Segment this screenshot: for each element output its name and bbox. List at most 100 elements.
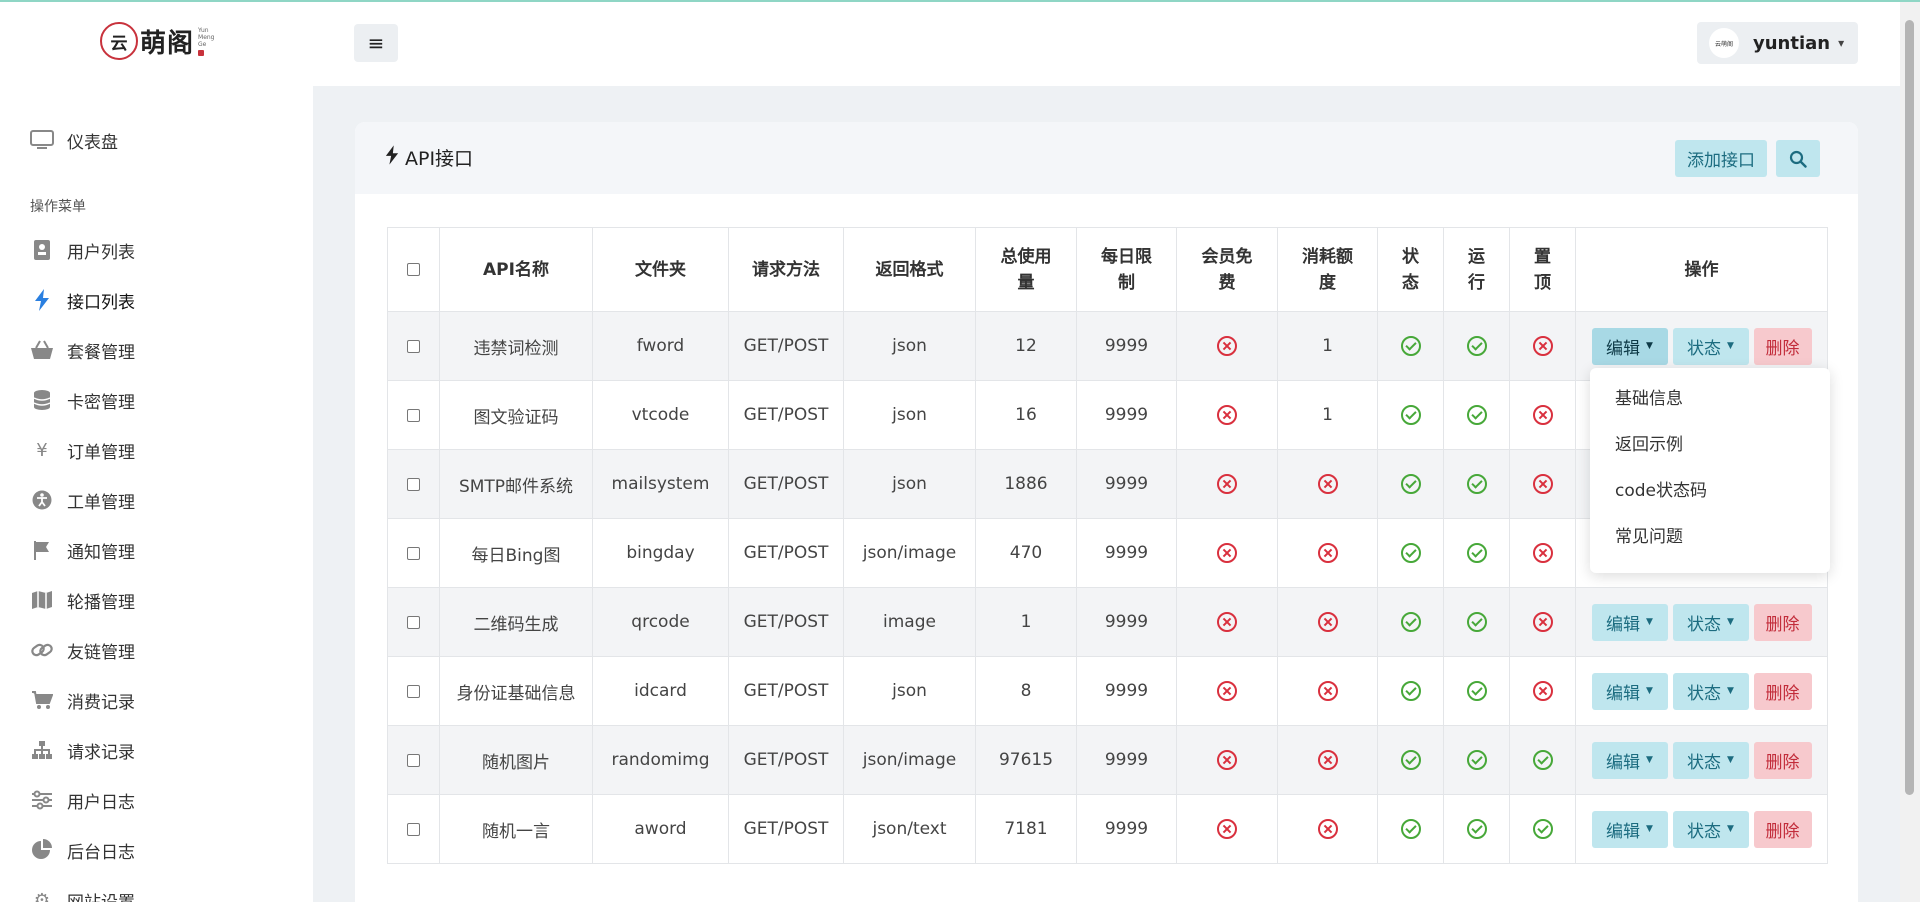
delete-button[interactable]: 删除 xyxy=(1753,810,1812,848)
sidebar-item-requests[interactable]: 请求记录 xyxy=(30,735,135,765)
menu-item-status-codes[interactable]: code状态码 xyxy=(1590,468,1830,514)
cell-top xyxy=(1509,311,1576,381)
delete-button[interactable]: 删除 xyxy=(1753,741,1812,779)
row-checkbox[interactable] xyxy=(407,408,420,422)
cell-running xyxy=(1443,518,1510,588)
gear-icon: ⚙ xyxy=(33,889,51,902)
cell-cost xyxy=(1277,725,1378,795)
edit-dropdown-button[interactable]: 编辑 ▼ xyxy=(1591,327,1668,365)
add-api-button[interactable]: 添加接口 xyxy=(1675,140,1767,177)
row-checkbox[interactable] xyxy=(407,753,420,767)
x-circle-icon xyxy=(1317,474,1338,494)
sidebar-item-label: 网站设置 xyxy=(67,888,135,902)
caret-down-icon: ▼ xyxy=(1727,617,1734,627)
sidebar-item-user-logs[interactable]: 用户日志 xyxy=(30,785,135,815)
delete-button[interactable]: 删除 xyxy=(1753,672,1812,710)
menu-toggle-button[interactable]: ≡ xyxy=(354,24,398,62)
caret-down-icon: ▼ xyxy=(1646,617,1653,627)
sidebar-item-packages[interactable]: 套餐管理 xyxy=(30,335,135,365)
cell-top xyxy=(1509,794,1576,864)
status-dropdown-button[interactable]: 状态 ▼ xyxy=(1672,327,1749,365)
cell-status xyxy=(1377,518,1444,588)
x-circle-icon xyxy=(1532,681,1553,701)
cell-folder: bingday xyxy=(592,518,729,588)
vertical-scrollbar[interactable] xyxy=(1900,0,1920,902)
check-circle-icon xyxy=(1400,474,1421,494)
status-dropdown-button[interactable]: 状态 ▼ xyxy=(1672,672,1749,710)
check-circle-icon xyxy=(1466,405,1487,425)
delete-button[interactable]: 删除 xyxy=(1753,327,1812,365)
row-checkbox[interactable] xyxy=(407,477,420,491)
sidebar-item-orders[interactable]: ¥ 订单管理 xyxy=(30,435,135,465)
row-checkbox[interactable] xyxy=(407,546,420,560)
logo-name: 萌阁 xyxy=(140,28,195,59)
sidebar-item-cards[interactable]: 卡密管理 xyxy=(30,385,135,415)
sidebar-item-label: 消费记录 xyxy=(67,692,135,713)
table-row: 二维码生成 qrcode GET/POST image 1 9999 编辑 ▼ 状态 ▼ 删除 xyxy=(387,587,1828,657)
menu-item-return-example[interactable]: 返回示例 xyxy=(1590,422,1830,468)
check-circle-icon xyxy=(1400,819,1421,839)
sliders-icon xyxy=(30,788,54,812)
brand-logo[interactable]: 云 萌阁 Yun Meng Ge xyxy=(100,22,215,60)
cell-format: json xyxy=(843,380,976,450)
sidebar-item-links[interactable]: 友链管理 xyxy=(30,635,135,665)
edit-dropdown-button[interactable]: 编辑 ▼ xyxy=(1591,741,1668,779)
row-checkbox[interactable] xyxy=(407,339,420,353)
status-dropdown-button[interactable]: 状态 ▼ xyxy=(1672,603,1749,641)
sidebar-item-label: 工单管理 xyxy=(67,492,135,513)
check-circle-icon xyxy=(1532,750,1553,770)
cell-format: json xyxy=(843,311,976,381)
username: yuntian xyxy=(1753,32,1831,54)
sidebar-item-label: 卡密管理 xyxy=(67,392,135,413)
scrollbar-thumb[interactable] xyxy=(1905,20,1914,795)
search-button[interactable] xyxy=(1776,140,1820,177)
row-checkbox[interactable] xyxy=(407,822,420,836)
logo-mark: 云 xyxy=(100,22,138,60)
cell-cost: 1 xyxy=(1277,380,1378,450)
x-circle-icon xyxy=(1532,336,1553,356)
menu-item-basic-info[interactable]: 基础信息 xyxy=(1590,376,1830,422)
status-dropdown-button[interactable]: 状态 ▼ xyxy=(1672,741,1749,779)
cell-running xyxy=(1443,725,1510,795)
x-circle-icon xyxy=(1217,405,1237,425)
edit-dropdown-button[interactable]: 编辑 ▼ xyxy=(1591,810,1668,848)
sidebar-item-label: 通知管理 xyxy=(67,542,135,563)
cell-method: GET/POST xyxy=(728,449,844,519)
delete-button[interactable]: 删除 xyxy=(1753,603,1812,641)
page-title-text: API接口 xyxy=(405,148,474,170)
sidebar-item-notices[interactable]: 通知管理 xyxy=(30,535,135,565)
cell-daily-limit: 9999 xyxy=(1076,311,1177,381)
accessibility-icon xyxy=(30,488,54,512)
sidebar-item-dashboard[interactable]: 仪表盘 xyxy=(30,125,118,155)
caret-down-icon: ▼ xyxy=(1646,824,1653,834)
x-circle-icon xyxy=(1217,543,1237,563)
column-header: 总使用量 xyxy=(975,227,1077,312)
x-circle-icon xyxy=(1217,681,1237,701)
sidebar-section-label: 操作菜单 xyxy=(30,199,86,215)
sidebar-item-spending[interactable]: 消费记录 xyxy=(30,685,135,715)
cell-vip-free xyxy=(1176,656,1278,726)
menu-item-faq[interactable]: 常见问题 xyxy=(1590,514,1830,560)
sitemap-icon xyxy=(30,738,54,762)
sidebar-item-tickets[interactable]: 工单管理 xyxy=(30,485,135,515)
sidebar-item-label: 订单管理 xyxy=(67,442,135,463)
sidebar-item-settings[interactable]: ⚙ 网站设置 xyxy=(30,885,135,902)
select-all-checkbox[interactable] xyxy=(407,263,420,276)
x-circle-icon xyxy=(1532,474,1553,494)
edit-dropdown-button[interactable]: 编辑 ▼ xyxy=(1591,603,1668,641)
row-checkbox[interactable] xyxy=(407,615,420,629)
cell-status xyxy=(1377,311,1444,381)
sidebar-item-users[interactable]: 用户列表 xyxy=(30,235,135,265)
flag-icon xyxy=(30,538,54,562)
user-menu-button[interactable]: 云萌阁 yuntian ▾ xyxy=(1697,22,1858,64)
row-actions: 编辑 ▼ 状态 ▼ 删除 xyxy=(1576,603,1827,641)
cell-method: GET/POST xyxy=(728,794,844,864)
sidebar-item-admin-logs[interactable]: 后台日志 xyxy=(30,835,135,865)
edit-dropdown-button[interactable]: 编辑 ▼ xyxy=(1591,672,1668,710)
sidebar-item-apis[interactable]: 接口列表 xyxy=(30,285,135,315)
status-dropdown-button[interactable]: 状态 ▼ xyxy=(1672,810,1749,848)
sidebar-item-carousel[interactable]: 轮播管理 xyxy=(30,585,135,615)
row-checkbox[interactable] xyxy=(407,684,420,698)
table-row: 随机一言 aword GET/POST json/text 7181 9999 编辑 ▼ 状态 ▼… xyxy=(387,794,1828,864)
cell-top xyxy=(1509,725,1576,795)
